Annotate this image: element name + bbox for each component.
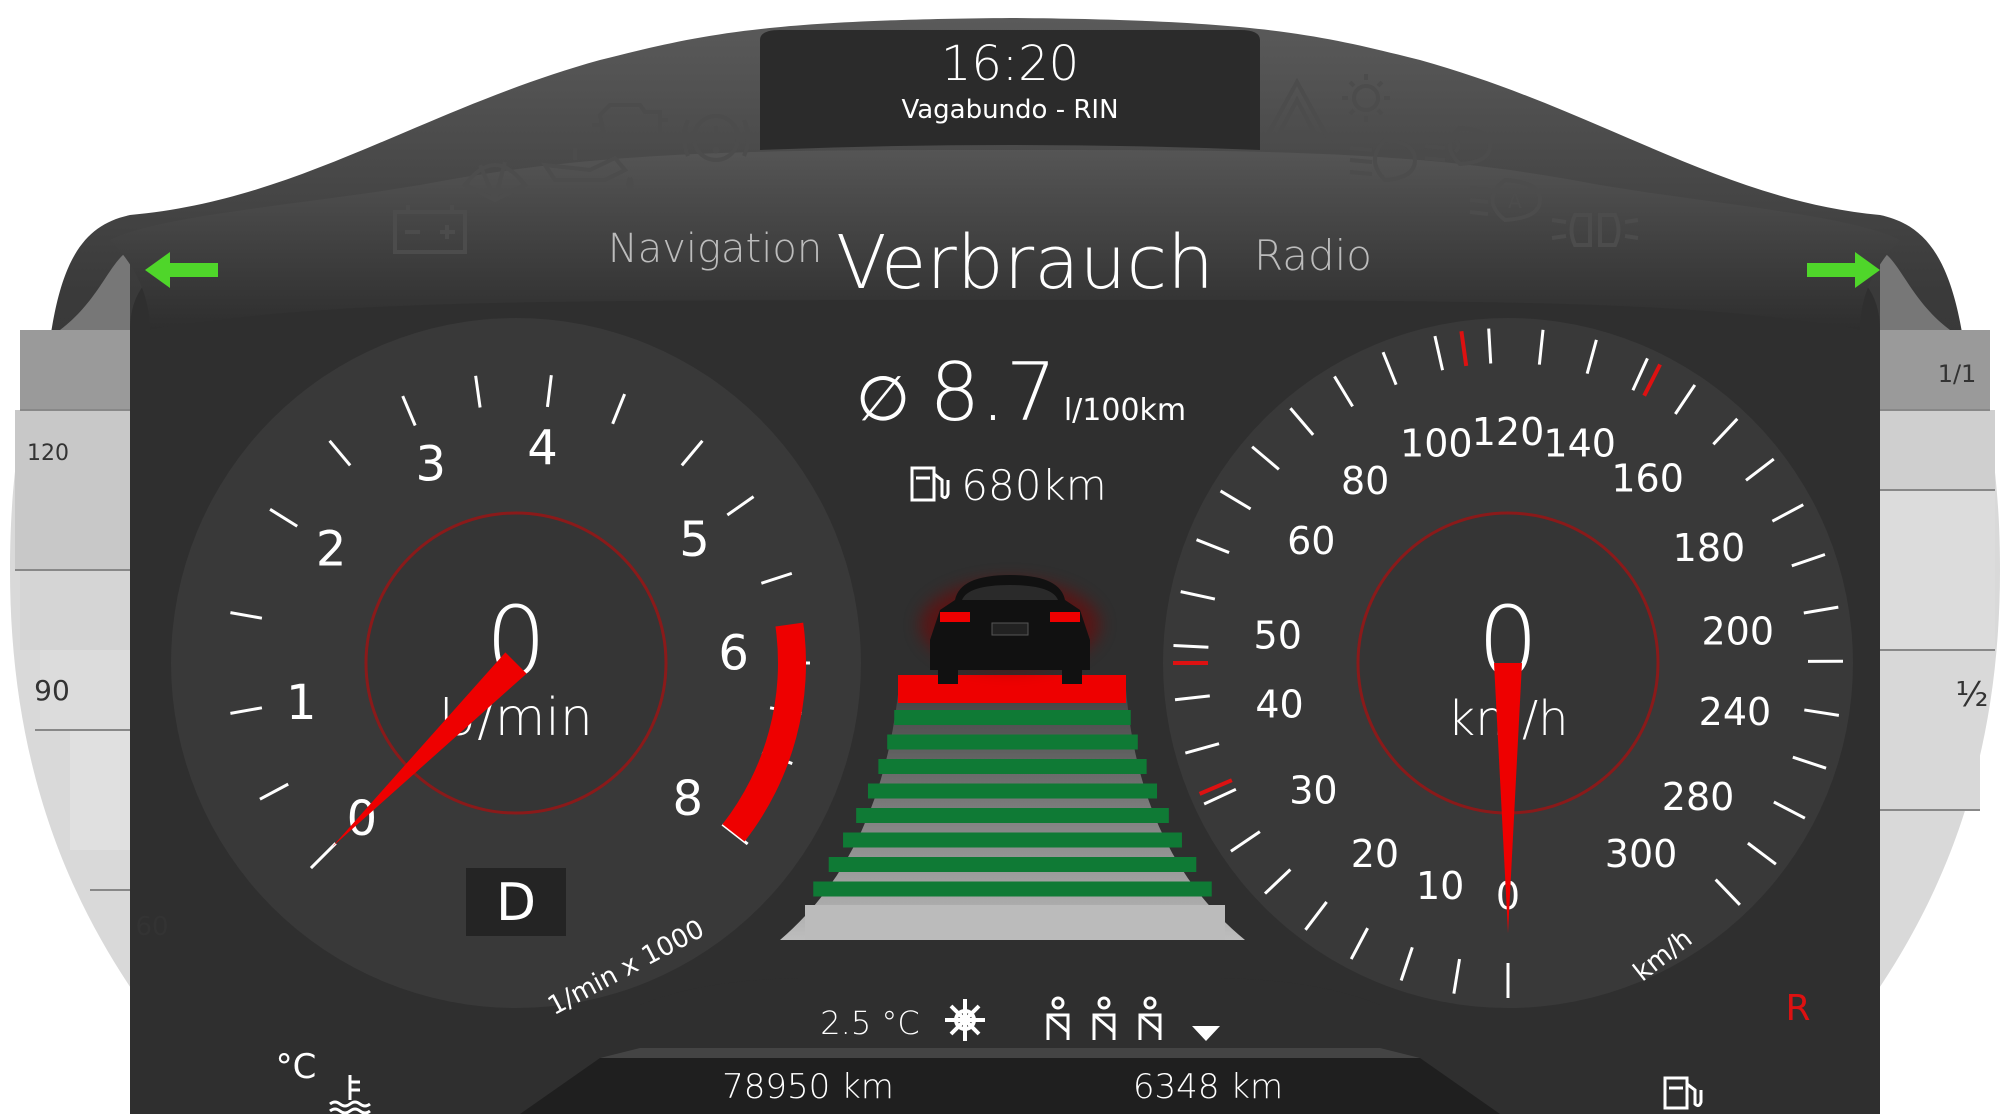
temp-unit-label: °C [276, 1047, 317, 1087]
tachometer-tick-label: 1 [286, 675, 317, 731]
speedometer-tick-label: 240 [1699, 690, 1772, 734]
trip-meter: 6348 km [1133, 1067, 1283, 1107]
speedometer-tick-label: 140 [1543, 421, 1616, 465]
speedometer-tick-label: 80 [1341, 459, 1389, 503]
svg-text:A: A [1508, 189, 1522, 213]
speedometer-tick-label: 120 [1472, 410, 1545, 454]
speedometer-tick-label: 60 [1287, 519, 1335, 563]
fuel-reserve-label: R [1785, 988, 1810, 1029]
lane-bar [868, 784, 1157, 799]
fuel-tick-label: 1/1 [1938, 360, 1977, 388]
tachometer-tick-label: 6 [718, 626, 749, 682]
tachometer-tick-label: 3 [416, 436, 447, 492]
speedometer-tick-label: 30 [1289, 768, 1337, 812]
outside-temperature: 2.5 °C [820, 1004, 919, 1042]
lane-bar [878, 759, 1146, 774]
speedometer-tick-label: 100 [1400, 421, 1473, 465]
clock: 16:20 [941, 36, 1079, 92]
lane-bar [813, 882, 1211, 897]
tachometer-tick-label: 2 [316, 521, 347, 577]
speedometer-tick-label: 180 [1673, 526, 1746, 570]
speedometer-tick [1173, 645, 1208, 647]
consumption-symbol: ∅ [856, 362, 910, 435]
consumption-unit: l/100km [1064, 393, 1186, 428]
instrument-cluster: A 16:20 Vagabundo - RIN Navigation Verbr… [0, 0, 2010, 1114]
speedometer-tick-label: 40 [1255, 682, 1303, 726]
tab-radio[interactable]: Radio [1254, 231, 1372, 280]
tachometer-tick-label: 4 [527, 421, 558, 477]
speedometer-tick-label: 300 [1605, 832, 1678, 876]
lane-bar [829, 857, 1197, 872]
temp-tick-label: 60 [135, 912, 168, 942]
media-title: Vagabundo - RIN [901, 95, 1118, 125]
gear-indicator: D [496, 873, 536, 933]
range-value: 680km [961, 461, 1106, 510]
temp-tick-label: 120 [27, 441, 69, 466]
lane-bar [856, 808, 1169, 823]
speedometer-tick-label: 160 [1611, 457, 1684, 501]
speedometer-tick-label: 50 [1254, 614, 1302, 658]
temp-tick-label: 90 [34, 674, 70, 707]
lane-bar [894, 710, 1131, 725]
lane-bar [843, 833, 1182, 848]
tab-verbrauch[interactable]: Verbrauch [836, 220, 1214, 306]
lane-bar [887, 735, 1138, 750]
speedometer-tick-label: 200 [1701, 610, 1774, 654]
fuel-tick-label: ½ [1956, 675, 1989, 715]
speedometer-tick-label: 280 [1662, 775, 1735, 819]
tab-navigation[interactable]: Navigation [608, 226, 822, 272]
speedometer-tick-label: 10 [1416, 864, 1464, 908]
tachometer-tick-label: 5 [679, 512, 710, 568]
odometer: 78950 km [722, 1067, 894, 1107]
tachometer-tick-label: 8 [673, 771, 704, 827]
speedometer-tick-label: 20 [1351, 832, 1399, 876]
bottom-info-bar [640, 978, 1380, 1005]
speedometer-tick [1489, 329, 1491, 364]
consumption-value: 8.7 [929, 346, 1056, 439]
speedometer: 0102030405060801001201401601802002402803… [1163, 318, 1853, 1008]
